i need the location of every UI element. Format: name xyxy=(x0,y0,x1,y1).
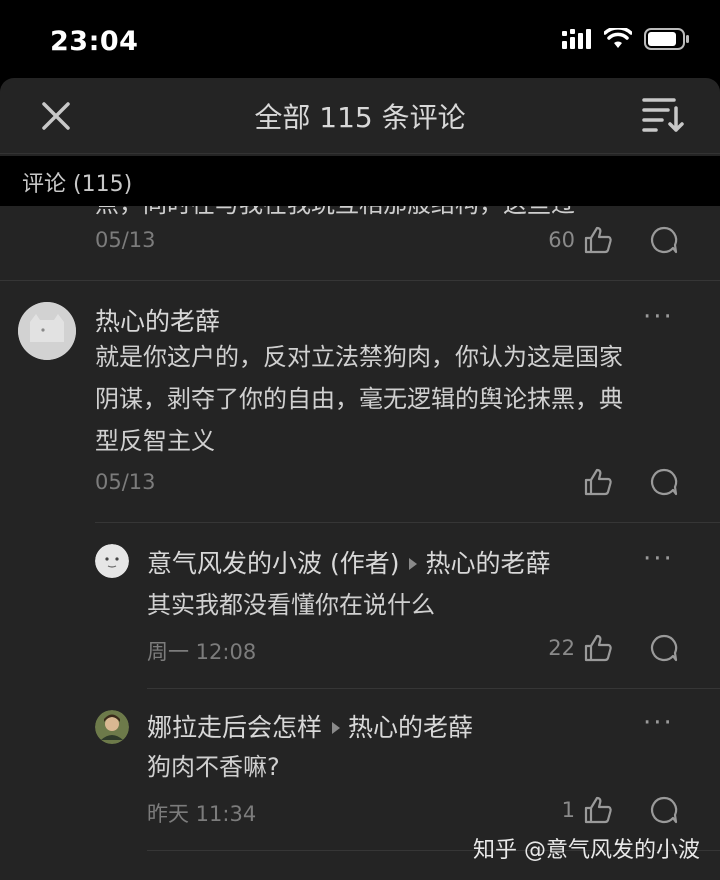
sort-icon[interactable] xyxy=(642,96,684,134)
comment-date: 05/13 xyxy=(95,228,156,252)
more-button[interactable]: ··· xyxy=(643,544,674,574)
section-label: 评论 (115) xyxy=(22,172,133,197)
divider xyxy=(0,280,720,281)
like-count: 1 xyxy=(561,798,575,822)
divider xyxy=(95,522,720,523)
reply-arrow-icon xyxy=(409,558,418,570)
like-count: 22 xyxy=(548,636,575,660)
like-icon[interactable] xyxy=(583,225,613,255)
comment-text-line-2: 阴谋，剥夺了你的自由，毫无逻辑的舆论抹黑，典 xyxy=(95,385,623,413)
watermark: 知乎 @意气风发的小波 xyxy=(473,838,700,863)
comment-text-line-1: 就是你这户的，反对立法禁狗肉，你认为这是国家 xyxy=(95,343,623,371)
section-bar: 评论 (115) xyxy=(0,156,720,206)
status-time: 23:04 xyxy=(50,26,139,57)
sheet-header: 全部 115 条评论 xyxy=(0,78,720,154)
comment-sheet: 全部 115 条评论 评论 (115) 点，同时在与我在我玩互相那般结构，这些过… xyxy=(0,78,720,880)
reply-author-name[interactable]: 娜拉走后会怎样 xyxy=(147,713,322,742)
divider xyxy=(147,688,720,689)
reply-author: 意气风发的小波 (作者) 热心的老薛 xyxy=(147,544,550,580)
like-icon[interactable] xyxy=(583,633,613,663)
like-icon[interactable] xyxy=(583,467,613,497)
avatar[interactable] xyxy=(95,544,129,578)
reply-text: 狗肉不香嘛? xyxy=(147,753,280,781)
reply-text: 其实我都没看懂你在说什么 xyxy=(147,591,435,619)
like-count: 60 xyxy=(548,228,575,252)
page-title: 全部 115 条评论 xyxy=(254,101,466,134)
reply-date: 周一 12:08 xyxy=(147,640,257,664)
comment-text-line-3: 型反智主义 xyxy=(95,427,215,455)
wifi-icon xyxy=(604,28,632,48)
comment-icon[interactable] xyxy=(649,633,679,663)
status-bar: 23:04 xyxy=(0,0,720,78)
reply-meta: 昨天 11:34 1 xyxy=(147,792,695,832)
battery-icon xyxy=(644,28,689,50)
comment-icon[interactable] xyxy=(649,467,679,497)
more-button[interactable]: ··· xyxy=(643,302,674,332)
reply-to-name[interactable]: 热心的老薛 xyxy=(348,713,473,742)
comment-icon[interactable] xyxy=(649,795,679,825)
reply-date: 昨天 11:34 xyxy=(147,802,257,826)
reply-author: 娜拉走后会怎样 热心的老薛 xyxy=(147,708,473,744)
reply-meta: 周一 12:08 22 xyxy=(147,630,695,670)
reply-author-name[interactable]: 意气风发的小波 (作者) xyxy=(147,549,399,578)
more-button[interactable]: ··· xyxy=(643,708,674,738)
comment-author[interactable]: 热心的老薛 xyxy=(95,302,220,338)
comment-icon[interactable] xyxy=(649,225,679,255)
avatar[interactable] xyxy=(95,710,129,744)
prev-comment-meta: 05/13 60 xyxy=(95,222,695,262)
comment-meta: 05/13 xyxy=(95,464,695,504)
status-icons xyxy=(562,28,690,50)
signal-icon xyxy=(562,29,591,49)
comment-date: 05/13 xyxy=(95,470,156,494)
avatar[interactable] xyxy=(18,302,76,360)
like-icon[interactable] xyxy=(583,795,613,825)
reply-to-name[interactable]: 热心的老薛 xyxy=(425,549,550,578)
reply-arrow-icon xyxy=(332,722,341,734)
